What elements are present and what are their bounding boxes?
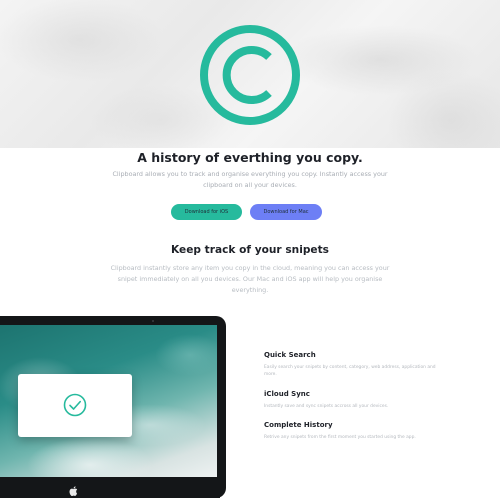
check-circle-icon bbox=[63, 393, 87, 417]
feature-text-complete-history: Retrive any snipets from the first momen… bbox=[264, 435, 416, 440]
feature-text-icloud-sync: Instantly save and sync snipets accross … bbox=[264, 404, 389, 409]
section-description: Clipboard instantly store any item you c… bbox=[110, 264, 390, 294]
feature-text-quick-search: Easily search your snipets by content, c… bbox=[264, 365, 436, 377]
feature-title-complete-history: Complete History bbox=[264, 421, 333, 429]
download-mac-button[interactable]: Download for Mac bbox=[250, 204, 322, 220]
apple-icon bbox=[69, 486, 78, 496]
download-ios-button[interactable]: Download for iOS bbox=[171, 204, 242, 220]
feature-title-icloud-sync: iCloud Sync bbox=[264, 390, 310, 398]
copyright-c-icon bbox=[200, 25, 300, 125]
feature-title-quick-search: Quick Search bbox=[264, 351, 316, 359]
page-headline: A history of everthing you copy. bbox=[137, 150, 363, 165]
camera-dot bbox=[152, 320, 154, 322]
intro-description: Clipboard allows you to track and organi… bbox=[112, 170, 388, 189]
section-title: Keep track of your snipets bbox=[171, 244, 329, 256]
monitor-chin bbox=[0, 477, 220, 498]
